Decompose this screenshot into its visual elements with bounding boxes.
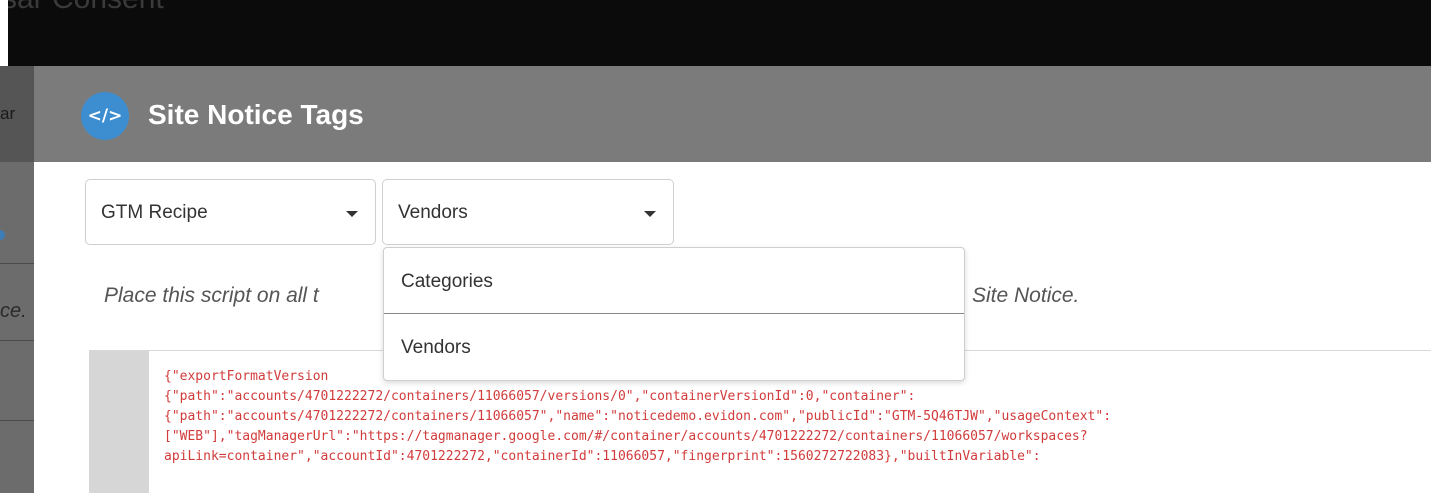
recipe-select[interactable]: GTM Recipe (85, 179, 376, 245)
code-icon: </> (81, 92, 129, 140)
code-line: ["WEB"],"tagManagerUrl":"https://tagmana… (164, 429, 1088, 444)
dropdown-option-label: Categories (401, 271, 493, 292)
chevron-down-icon (644, 211, 656, 217)
code-line: apiLink=container","accountId":470122227… (164, 449, 1041, 464)
tag-type-dropdown-menu: Categories Vendors (383, 247, 965, 381)
modal-title: Site Notice Tags (148, 99, 364, 130)
instructions-text: Place this script on all t (104, 284, 319, 307)
sidebar-divider (0, 340, 34, 341)
script-code: {"exportFormatVersion on":{"path":"accou… (164, 367, 1424, 467)
app-title: sar Consent (2, 0, 164, 16)
site-notice-tags-modal: </> Site Notice Tags GTM Recipe Vendors … (34, 66, 1431, 493)
tag-type-select[interactable]: Vendors (382, 179, 674, 245)
sidebar-item-label: ar (0, 104, 16, 123)
dropdown-option-categories[interactable]: Categories (384, 250, 964, 314)
sidebar-text: ce. (0, 300, 27, 322)
dropdown-divider (384, 313, 964, 314)
page-right-edge (1431, 0, 1445, 493)
instructions-text-end: Site Notice. (972, 284, 1080, 307)
code-line: {"path":"accounts/4701222272/containers/… (164, 409, 1112, 424)
code-line: {"path":"accounts/4701222272/containers/… (164, 389, 916, 404)
tag-type-select-value: Vendors (398, 202, 468, 223)
sidebar-divider (0, 263, 34, 264)
app-header-background: sar Consent (0, 0, 1445, 66)
modal-header: </> Site Notice Tags (34, 66, 1431, 162)
recipe-select-value: GTM Recipe (101, 202, 208, 223)
dropdown-option-vendors[interactable]: Vendors (384, 316, 964, 380)
dropdown-option-label: Vendors (401, 337, 471, 358)
code-gutter (89, 351, 149, 493)
sidebar-divider (0, 420, 34, 421)
chevron-down-icon (346, 211, 358, 217)
